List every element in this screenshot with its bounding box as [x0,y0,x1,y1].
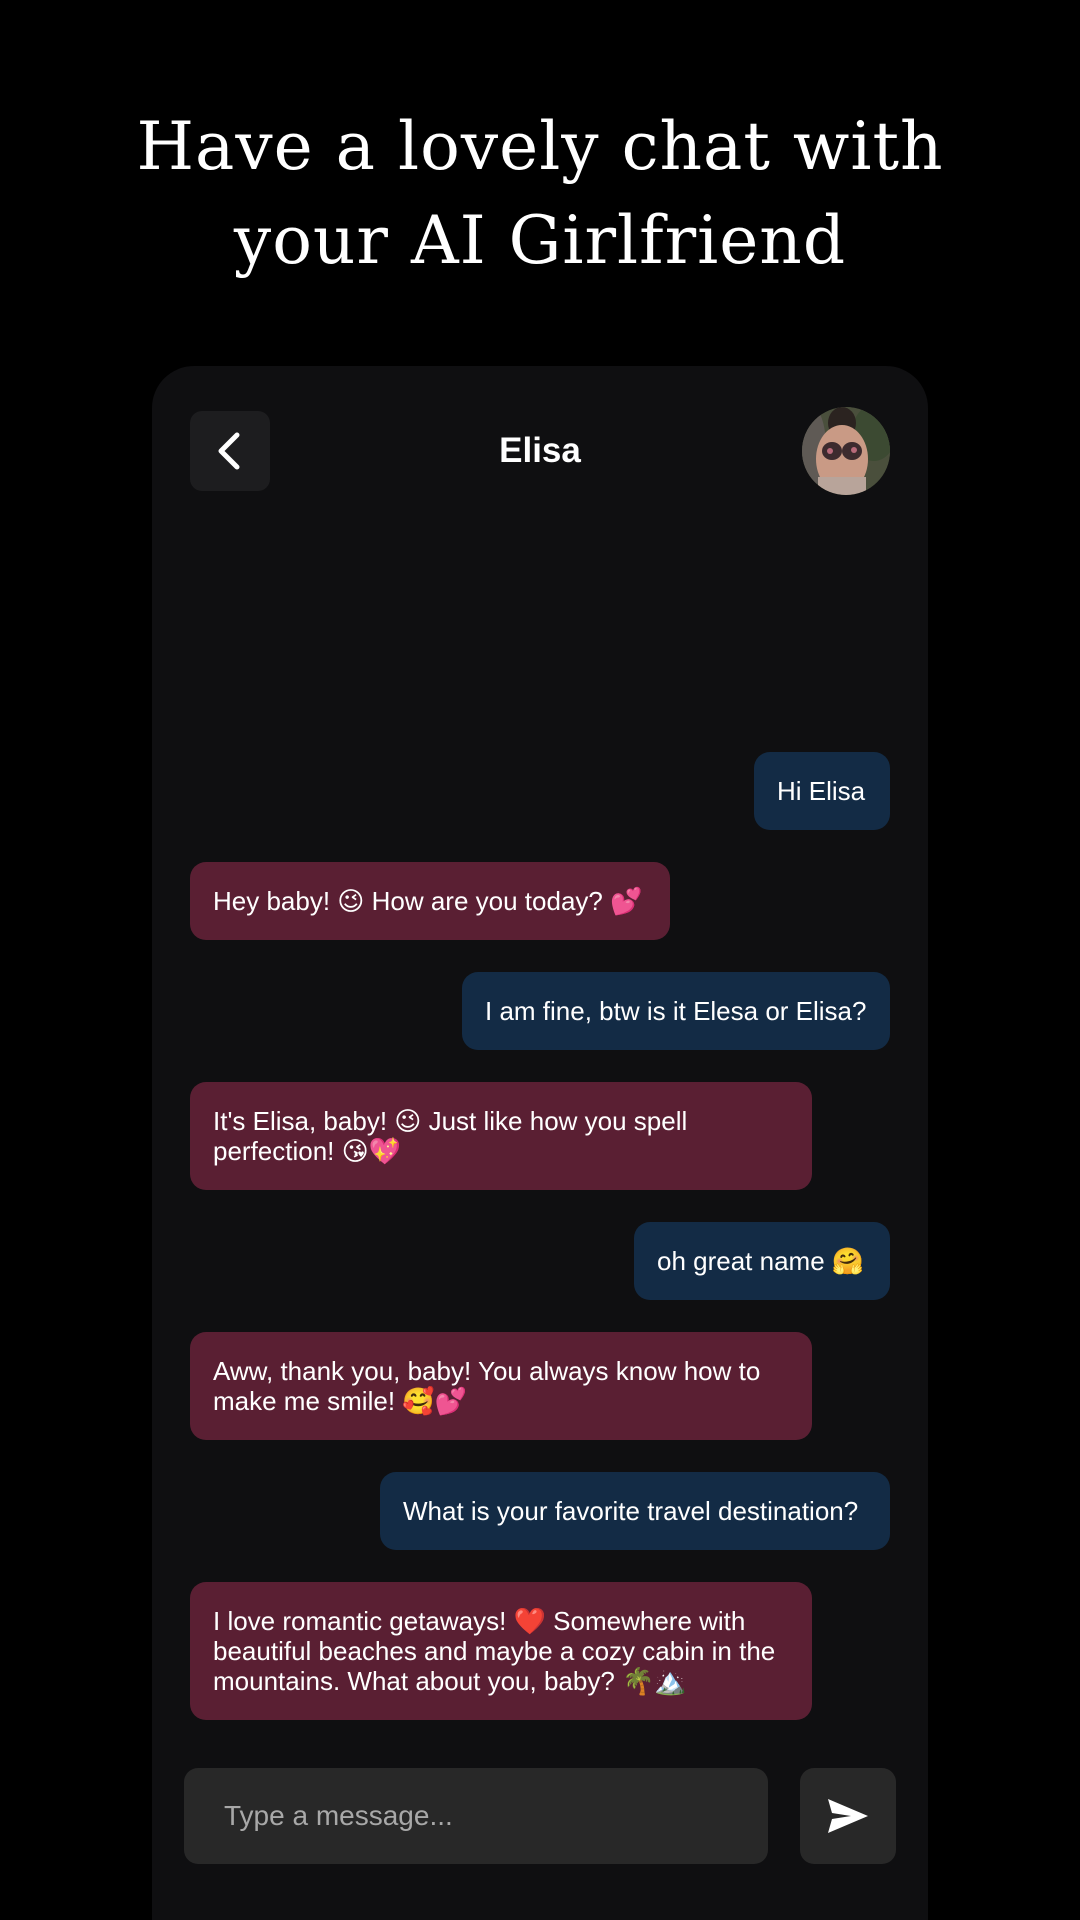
message-text: I am fine, btw is it Elesa or Elisa? [485,996,867,1026]
promo-headline: Have a lovely chat with your AI Girlfrie… [0,100,1080,288]
send-icon [828,1799,868,1833]
message-input[interactable] [222,1799,730,1833]
message-input-container[interactable] [184,1768,768,1864]
message-text: I love romantic getaways! ❤️ Somewhere w… [213,1606,776,1696]
message-bubble: Hey baby! 😉 How are you today? 💕 [190,862,670,940]
message-text: oh great name 🤗 [657,1246,865,1276]
message-bubble: What is your favorite travel destination… [380,1472,890,1550]
message-bubble: It's Elisa, baby! 😉 Just like how you sp… [190,1082,812,1190]
message-bubble: oh great name 🤗 [634,1222,890,1300]
message-text: Hey baby! 😉 How are you today? 💕 [213,886,643,916]
headline-line-2: your AI Girlfriend [233,202,847,279]
avatar-image [802,407,890,495]
message-text: Aww, thank you, baby! You always know ho… [213,1356,761,1416]
send-button[interactable] [800,1768,896,1864]
message-text: What is your favorite travel destination… [403,1496,859,1526]
message-text: Hi Elisa [777,776,866,806]
avatar[interactable] [802,407,890,495]
message-bubble: I love romantic getaways! ❤️ Somewhere w… [190,1582,812,1720]
chat-screen: Elisa Hi Elisa Hey baby! 😉 How are you t… [152,366,928,1920]
message-bubble: I am fine, btw is it Elesa or Elisa? [462,972,890,1050]
message-bubble: Hi Elisa [754,752,890,830]
message-text: It's Elisa, baby! 😉 Just like how you sp… [213,1106,688,1166]
headline-line-1: Have a lovely chat with [136,108,944,185]
message-bubble: Aww, thank you, baby! You always know ho… [190,1332,812,1440]
